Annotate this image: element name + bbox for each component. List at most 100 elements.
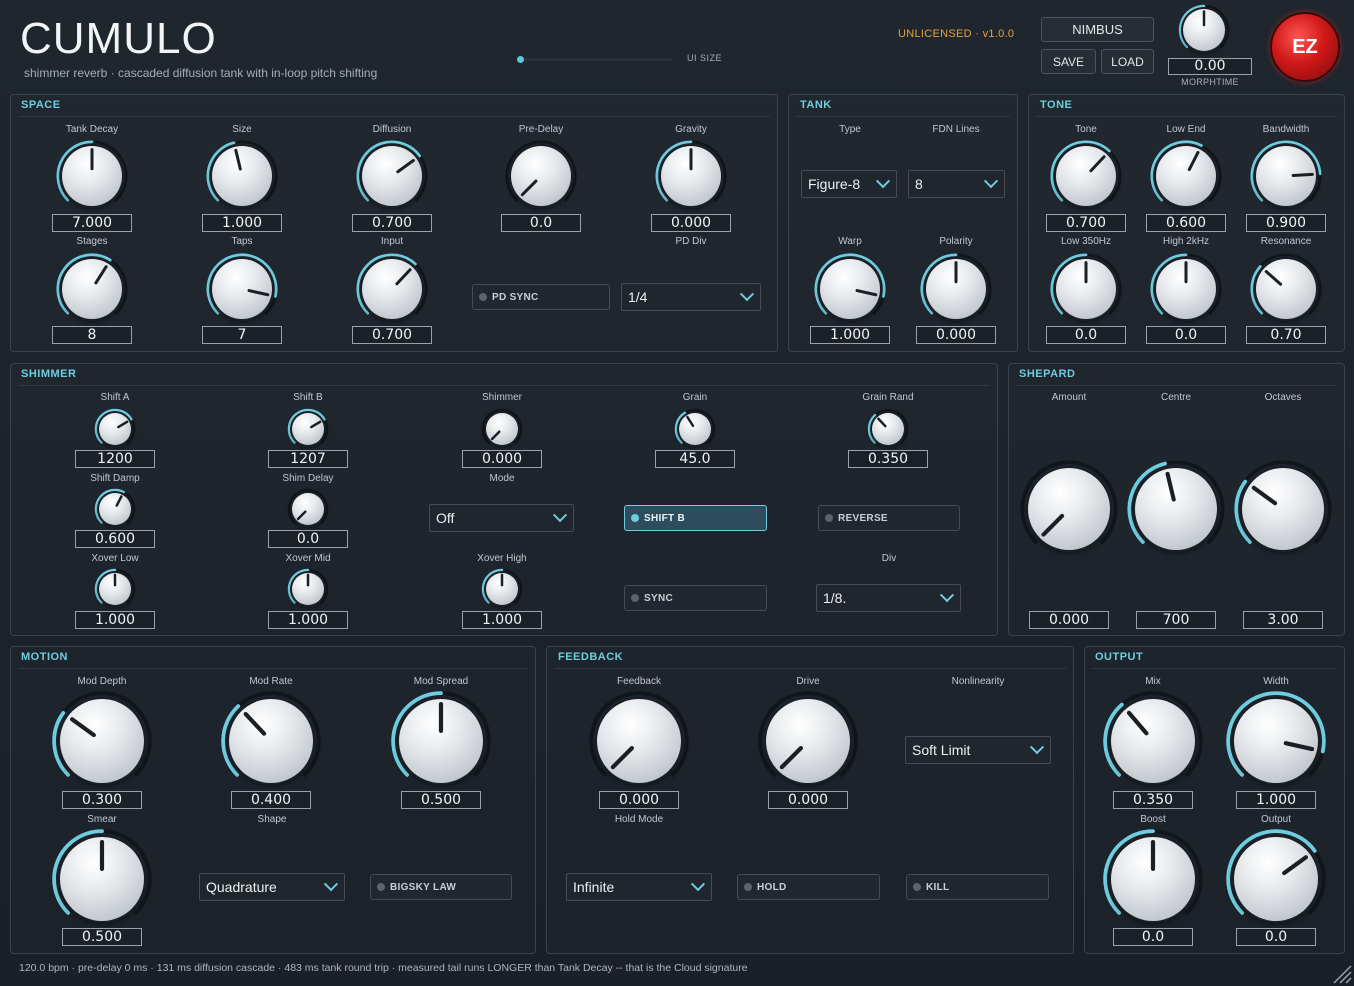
amount-value[interactable]: 0.000: [1029, 611, 1109, 629]
ui-size-slider-handle[interactable]: [517, 56, 524, 63]
smear-knob[interactable]: [52, 829, 152, 921]
mix-value[interactable]: 0.350: [1113, 791, 1193, 809]
width-value[interactable]: 1.000: [1236, 791, 1316, 809]
gravity-value[interactable]: 0.000: [651, 214, 731, 232]
grain-rand-value[interactable]: 0.350: [848, 450, 928, 468]
kill-toggle[interactable]: KILL: [906, 874, 1049, 900]
high-2k-knob[interactable]: [1150, 253, 1222, 319]
warp-value[interactable]: 1.000: [810, 326, 890, 344]
low-350-knob[interactable]: [1050, 253, 1122, 319]
centre-knob[interactable]: [1127, 460, 1225, 550]
width-knob[interactable]: [1226, 691, 1326, 783]
shift-a-knob[interactable]: [94, 408, 136, 445]
mode-dropdown[interactable]: Off: [429, 504, 574, 532]
reverse-toggle[interactable]: REVERSE: [818, 505, 960, 531]
stages-value[interactable]: 8: [52, 326, 132, 344]
resonance-value[interactable]: 0.70: [1246, 326, 1326, 344]
sync-toggle[interactable]: SYNC: [624, 585, 767, 611]
mod-rate-value[interactable]: 0.400: [231, 791, 311, 809]
warp-knob[interactable]: [814, 253, 886, 319]
high-2k-value[interactable]: 0.0: [1146, 326, 1226, 344]
shift-b-toggle[interactable]: SHIFT B: [624, 505, 767, 531]
mod-rate-knob[interactable]: [221, 691, 321, 783]
bandwidth-knob[interactable]: [1250, 140, 1322, 206]
shift-damp-value[interactable]: 0.600: [75, 530, 155, 548]
grain-knob[interactable]: [674, 408, 716, 445]
fdn-lines-dropdown[interactable]: 8: [908, 170, 1005, 198]
shape-dropdown[interactable]: Quadrature: [199, 873, 345, 901]
low-end-knob[interactable]: [1150, 140, 1222, 206]
shimmer-knob[interactable]: [481, 408, 523, 445]
xover-low-value[interactable]: 1.000: [75, 611, 155, 629]
drive-knob[interactable]: [758, 691, 858, 783]
octaves-knob[interactable]: [1234, 460, 1332, 550]
ui-size-slider[interactable]: [517, 58, 672, 61]
input-knob[interactable]: [356, 253, 428, 319]
xover-mid-knob[interactable]: [287, 568, 329, 605]
tank-decay-knob[interactable]: [56, 140, 128, 206]
tone-value[interactable]: 0.700: [1046, 214, 1126, 232]
preset-name-button[interactable]: NIMBUS: [1041, 17, 1154, 42]
size-knob[interactable]: [206, 140, 278, 206]
input-value[interactable]: 0.700: [352, 326, 432, 344]
type-dropdown[interactable]: Figure-8: [801, 170, 897, 198]
xover-low-knob[interactable]: [94, 568, 136, 605]
grain-rand-knob[interactable]: [867, 408, 909, 445]
hold-mode-dropdown[interactable]: Infinite: [566, 873, 712, 901]
feedback-value[interactable]: 0.000: [599, 791, 679, 809]
low-350-value[interactable]: 0.0: [1046, 326, 1126, 344]
nonlinearity-dropdown[interactable]: Soft Limit: [905, 736, 1051, 764]
octaves-value[interactable]: 3.00: [1243, 611, 1323, 629]
polarity-knob[interactable]: [920, 253, 992, 319]
output-value[interactable]: 0.0: [1236, 928, 1316, 946]
resonance-knob[interactable]: [1250, 253, 1322, 319]
shimmer-value[interactable]: 0.000: [462, 450, 542, 468]
mod-spread-value[interactable]: 0.500: [401, 791, 481, 809]
stages-knob[interactable]: [56, 253, 128, 319]
shim-delay-knob[interactable]: [287, 488, 329, 525]
bigsky-law-toggle[interactable]: BIGSKY LAW: [370, 874, 512, 900]
pd-div-dropdown[interactable]: 1/4: [621, 283, 761, 311]
shift-b-knob[interactable]: [287, 408, 329, 445]
shift-b-value[interactable]: 1207: [268, 450, 348, 468]
load-button[interactable]: LOAD: [1101, 49, 1154, 74]
morphtime-knob[interactable]: [1178, 4, 1233, 59]
ez-logo-button[interactable]: EZ: [1270, 12, 1340, 82]
mix-knob[interactable]: [1103, 691, 1203, 783]
hold-toggle[interactable]: HOLD: [737, 874, 880, 900]
save-button[interactable]: SAVE: [1041, 49, 1096, 74]
shift-damp-knob[interactable]: [94, 488, 136, 525]
diffusion-knob[interactable]: [356, 140, 428, 206]
gravity-knob[interactable]: [655, 140, 727, 206]
pre-delay-knob[interactable]: [505, 140, 577, 206]
mod-depth-knob[interactable]: [52, 691, 152, 783]
smear-value[interactable]: 0.500: [62, 928, 142, 946]
morphtime-value[interactable]: 0.00: [1168, 58, 1252, 75]
resize-grip-icon[interactable]: [1330, 962, 1352, 984]
pd-sync-toggle[interactable]: PD SYNC: [472, 284, 610, 310]
output-knob[interactable]: [1226, 829, 1326, 921]
div-dropdown[interactable]: 1/8.: [816, 584, 961, 612]
xover-mid-value[interactable]: 1.000: [268, 611, 348, 629]
amount-knob[interactable]: [1020, 460, 1118, 550]
boost-value[interactable]: 0.0: [1113, 928, 1193, 946]
centre-value[interactable]: 700: [1136, 611, 1216, 629]
polarity-value[interactable]: 0.000: [916, 326, 996, 344]
tone-knob[interactable]: [1050, 140, 1122, 206]
feedback-knob[interactable]: [589, 691, 689, 783]
diffusion-value[interactable]: 0.700: [352, 214, 432, 232]
taps-value[interactable]: 7: [202, 326, 282, 344]
pre-delay-value[interactable]: 0.0: [501, 214, 581, 232]
mod-depth-value[interactable]: 0.300: [62, 791, 142, 809]
shift-a-value[interactable]: 1200: [75, 450, 155, 468]
xover-high-value[interactable]: 1.000: [462, 611, 542, 629]
taps-knob[interactable]: [206, 253, 278, 319]
mod-spread-knob[interactable]: [391, 691, 491, 783]
size-value[interactable]: 1.000: [202, 214, 282, 232]
boost-knob[interactable]: [1103, 829, 1203, 921]
shim-delay-value[interactable]: 0.0: [268, 530, 348, 548]
low-end-value[interactable]: 0.600: [1146, 214, 1226, 232]
drive-value[interactable]: 0.000: [768, 791, 848, 809]
grain-value[interactable]: 45.0: [655, 450, 735, 468]
bandwidth-value[interactable]: 0.900: [1246, 214, 1326, 232]
